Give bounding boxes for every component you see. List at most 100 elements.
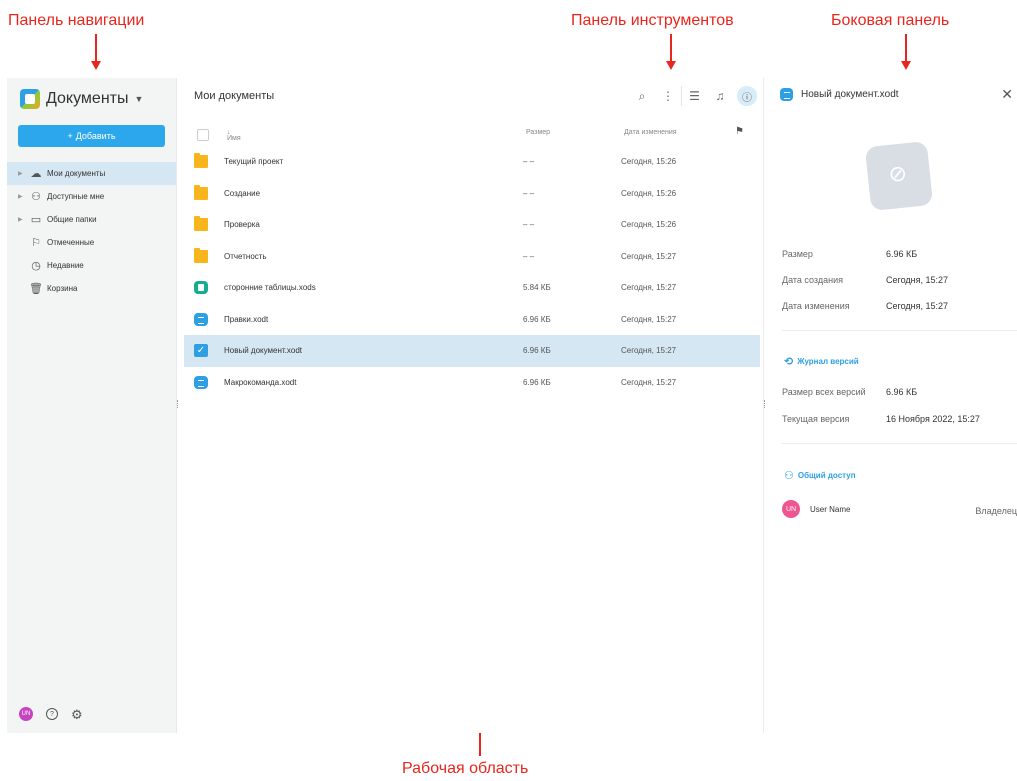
side-panel-title: Новый документ.xodt (801, 89, 899, 100)
table-row[interactable]: сторонние таблицы.xods 5.84 КБ Сегодня, … (184, 272, 760, 304)
nav-item-label: Мои документы (47, 169, 106, 178)
table-header: Имя ↓ Размер Дата изменения ⚑ (187, 123, 755, 145)
table-row[interactable]: Проверка – – Сегодня, 15:26 (184, 209, 760, 241)
nav-item-label: Общие папки (47, 215, 97, 224)
version-history-label: Журнал версий (797, 357, 859, 366)
shared-user[interactable]: UN User Name (782, 500, 850, 518)
file-date: Сегодня, 15:27 (621, 283, 677, 292)
annotation-nav-panel: Панель навигации (8, 12, 145, 29)
nav-item-favorites[interactable]: ⚐ Отмеченные (7, 231, 176, 254)
plus-icon: + (67, 131, 73, 141)
document-icon (194, 312, 208, 326)
chevron-down-icon: ▼ (134, 94, 144, 104)
users-icon: ⚇ (784, 470, 794, 482)
file-size: 6.96 КБ (523, 346, 551, 355)
file-name: Текущий проект (224, 157, 284, 166)
history-icon: ⟲ (784, 356, 794, 368)
column-size[interactable]: Размер (526, 129, 550, 136)
close-icon[interactable]: ✕ (1001, 86, 1013, 103)
flag-icon: ⚐ (31, 237, 41, 249)
file-name: Отчетность (224, 251, 267, 261)
prop-value: Сегодня, 15:27 (886, 275, 949, 285)
file-preview: ⊘ (864, 140, 934, 212)
table-row-selected[interactable]: ✓ Новый документ.xodt 6.96 КБ Сегодня, 1… (184, 335, 760, 367)
help-icon[interactable]: ? (46, 708, 58, 720)
side-panel: Новый документ.xodt ✕ ⊘ Размер 6.96 КБ Д… (763, 78, 1017, 733)
expand-arrow-icon[interactable]: ▶ (18, 216, 28, 223)
prop-value: 16 Ноября 2022, 15:27 (886, 414, 980, 424)
file-size: 5.84 КБ (523, 283, 551, 292)
file-date: Сегодня, 15:26 (621, 220, 677, 229)
flag-column-icon[interactable]: ⚑ (735, 126, 744, 137)
folder-icon (194, 153, 208, 168)
file-date: Сегодня, 15:27 (621, 251, 677, 261)
nav-item-my-documents[interactable]: ▶ ☁ Мои документы (7, 162, 176, 185)
prop-label: Дата создания (782, 275, 843, 285)
hidden-eye-icon: ⊘ (887, 160, 909, 188)
nav-item-label: Отмеченные (47, 238, 95, 247)
search-icon[interactable]: ⌕ (629, 86, 655, 106)
gear-icon[interactable]: ⚙ (71, 708, 83, 721)
view-list-icon[interactable]: ☰ (681, 86, 707, 106)
nav-item-label: Корзина (47, 284, 78, 293)
prop-value: Сегодня, 15:27 (886, 301, 949, 311)
file-name: Проверка (224, 220, 260, 229)
nav-item-trash[interactable]: 🗑 Корзина (7, 277, 176, 300)
app-window: Документы ▼ + Добавить ▶ ☁ Мои документы… (0, 78, 1017, 733)
cloud-icon: ☁ (30, 168, 42, 180)
more-vertical-icon[interactable]: ⋮ (655, 86, 681, 106)
file-size: 6.96 КБ (523, 377, 551, 387)
toolbar: ⌕ ⋮ ☰ ♫ ⓘ (629, 86, 763, 106)
table-row[interactable]: Отчетность – – Сегодня, 15:27 (184, 241, 760, 273)
user-avatar[interactable]: UN (19, 707, 33, 721)
document-icon (194, 375, 208, 389)
select-all-checkbox[interactable] (197, 129, 209, 141)
prop-value: 6.96 КБ (886, 249, 918, 259)
nav-item-recent[interactable]: ◷ Недавние (7, 254, 176, 277)
expand-arrow-icon[interactable]: ▶ (18, 170, 28, 177)
nav-item-common-folders[interactable]: ▶ ▭ Общие папки (7, 208, 176, 231)
annotation-side-panel: Боковая панель (831, 12, 950, 29)
app-switcher[interactable]: Документы ▼ (20, 89, 143, 109)
file-name: сторонние таблицы.xods (224, 283, 316, 292)
file-date: Сегодня, 15:27 (621, 314, 677, 324)
file-size: – – (523, 251, 535, 261)
nav-item-shared-with-me[interactable]: ▶ ⚇ Доступные мне (7, 185, 176, 208)
table-row[interactable]: Макрокоманда.xodt 6.96 КБ Сегодня, 15:27 (184, 367, 760, 399)
sharing-label: Общий доступ (797, 471, 856, 480)
file-date: Сегодня, 15:26 (621, 188, 677, 198)
folder-icon (194, 247, 208, 263)
table-row[interactable]: Правки.xodt 6.96 КБ Сегодня, 15:27 (184, 304, 760, 336)
checkbox-checked-icon[interactable]: ✓ (194, 344, 208, 357)
divider (782, 330, 1017, 331)
file-date: Сегодня, 15:27 (621, 346, 677, 355)
table-row[interactable]: Создание – – Сегодня, 15:26 (184, 178, 760, 210)
resize-handle[interactable] (177, 400, 179, 408)
add-button[interactable]: + Добавить (18, 125, 165, 147)
version-history-link[interactable]: ⟲ Журнал версий (784, 355, 859, 368)
table-row[interactable]: Текущий проект – – Сегодня, 15:26 (184, 146, 760, 178)
file-date: Сегодня, 15:26 (621, 157, 677, 166)
add-button-label: Добавить (75, 131, 116, 141)
nav-item-label: Доступные мне (47, 192, 105, 201)
divider (782, 443, 1017, 444)
annotation-arrow-toolbar (666, 34, 676, 70)
spreadsheet-icon (194, 281, 208, 294)
file-name: Макрокоманда.xodt (224, 377, 297, 387)
column-name-label: Имя (227, 135, 241, 142)
column-modified[interactable]: Дата изменения (624, 129, 677, 136)
clock-icon: ◷ (31, 260, 41, 272)
folder-icon (194, 216, 208, 231)
info-icon[interactable]: ⓘ (737, 86, 757, 106)
column-name[interactable]: Имя ↓ (227, 129, 241, 142)
nav-item-label: Недавние (47, 261, 84, 270)
file-list: Текущий проект – – Сегодня, 15:26 Создан… (184, 146, 760, 398)
file-size: – – (523, 188, 535, 198)
file-name: Правки.xodt (224, 314, 269, 324)
sharing-link[interactable]: ⚇ Общий доступ (784, 469, 856, 482)
prop-label: Размер (782, 249, 813, 259)
prop-label: Дата изменения (782, 301, 850, 311)
expand-arrow-icon[interactable]: ▶ (18, 193, 28, 200)
resize-handle[interactable] (764, 400, 766, 408)
bell-icon[interactable]: ♫ (707, 86, 733, 106)
